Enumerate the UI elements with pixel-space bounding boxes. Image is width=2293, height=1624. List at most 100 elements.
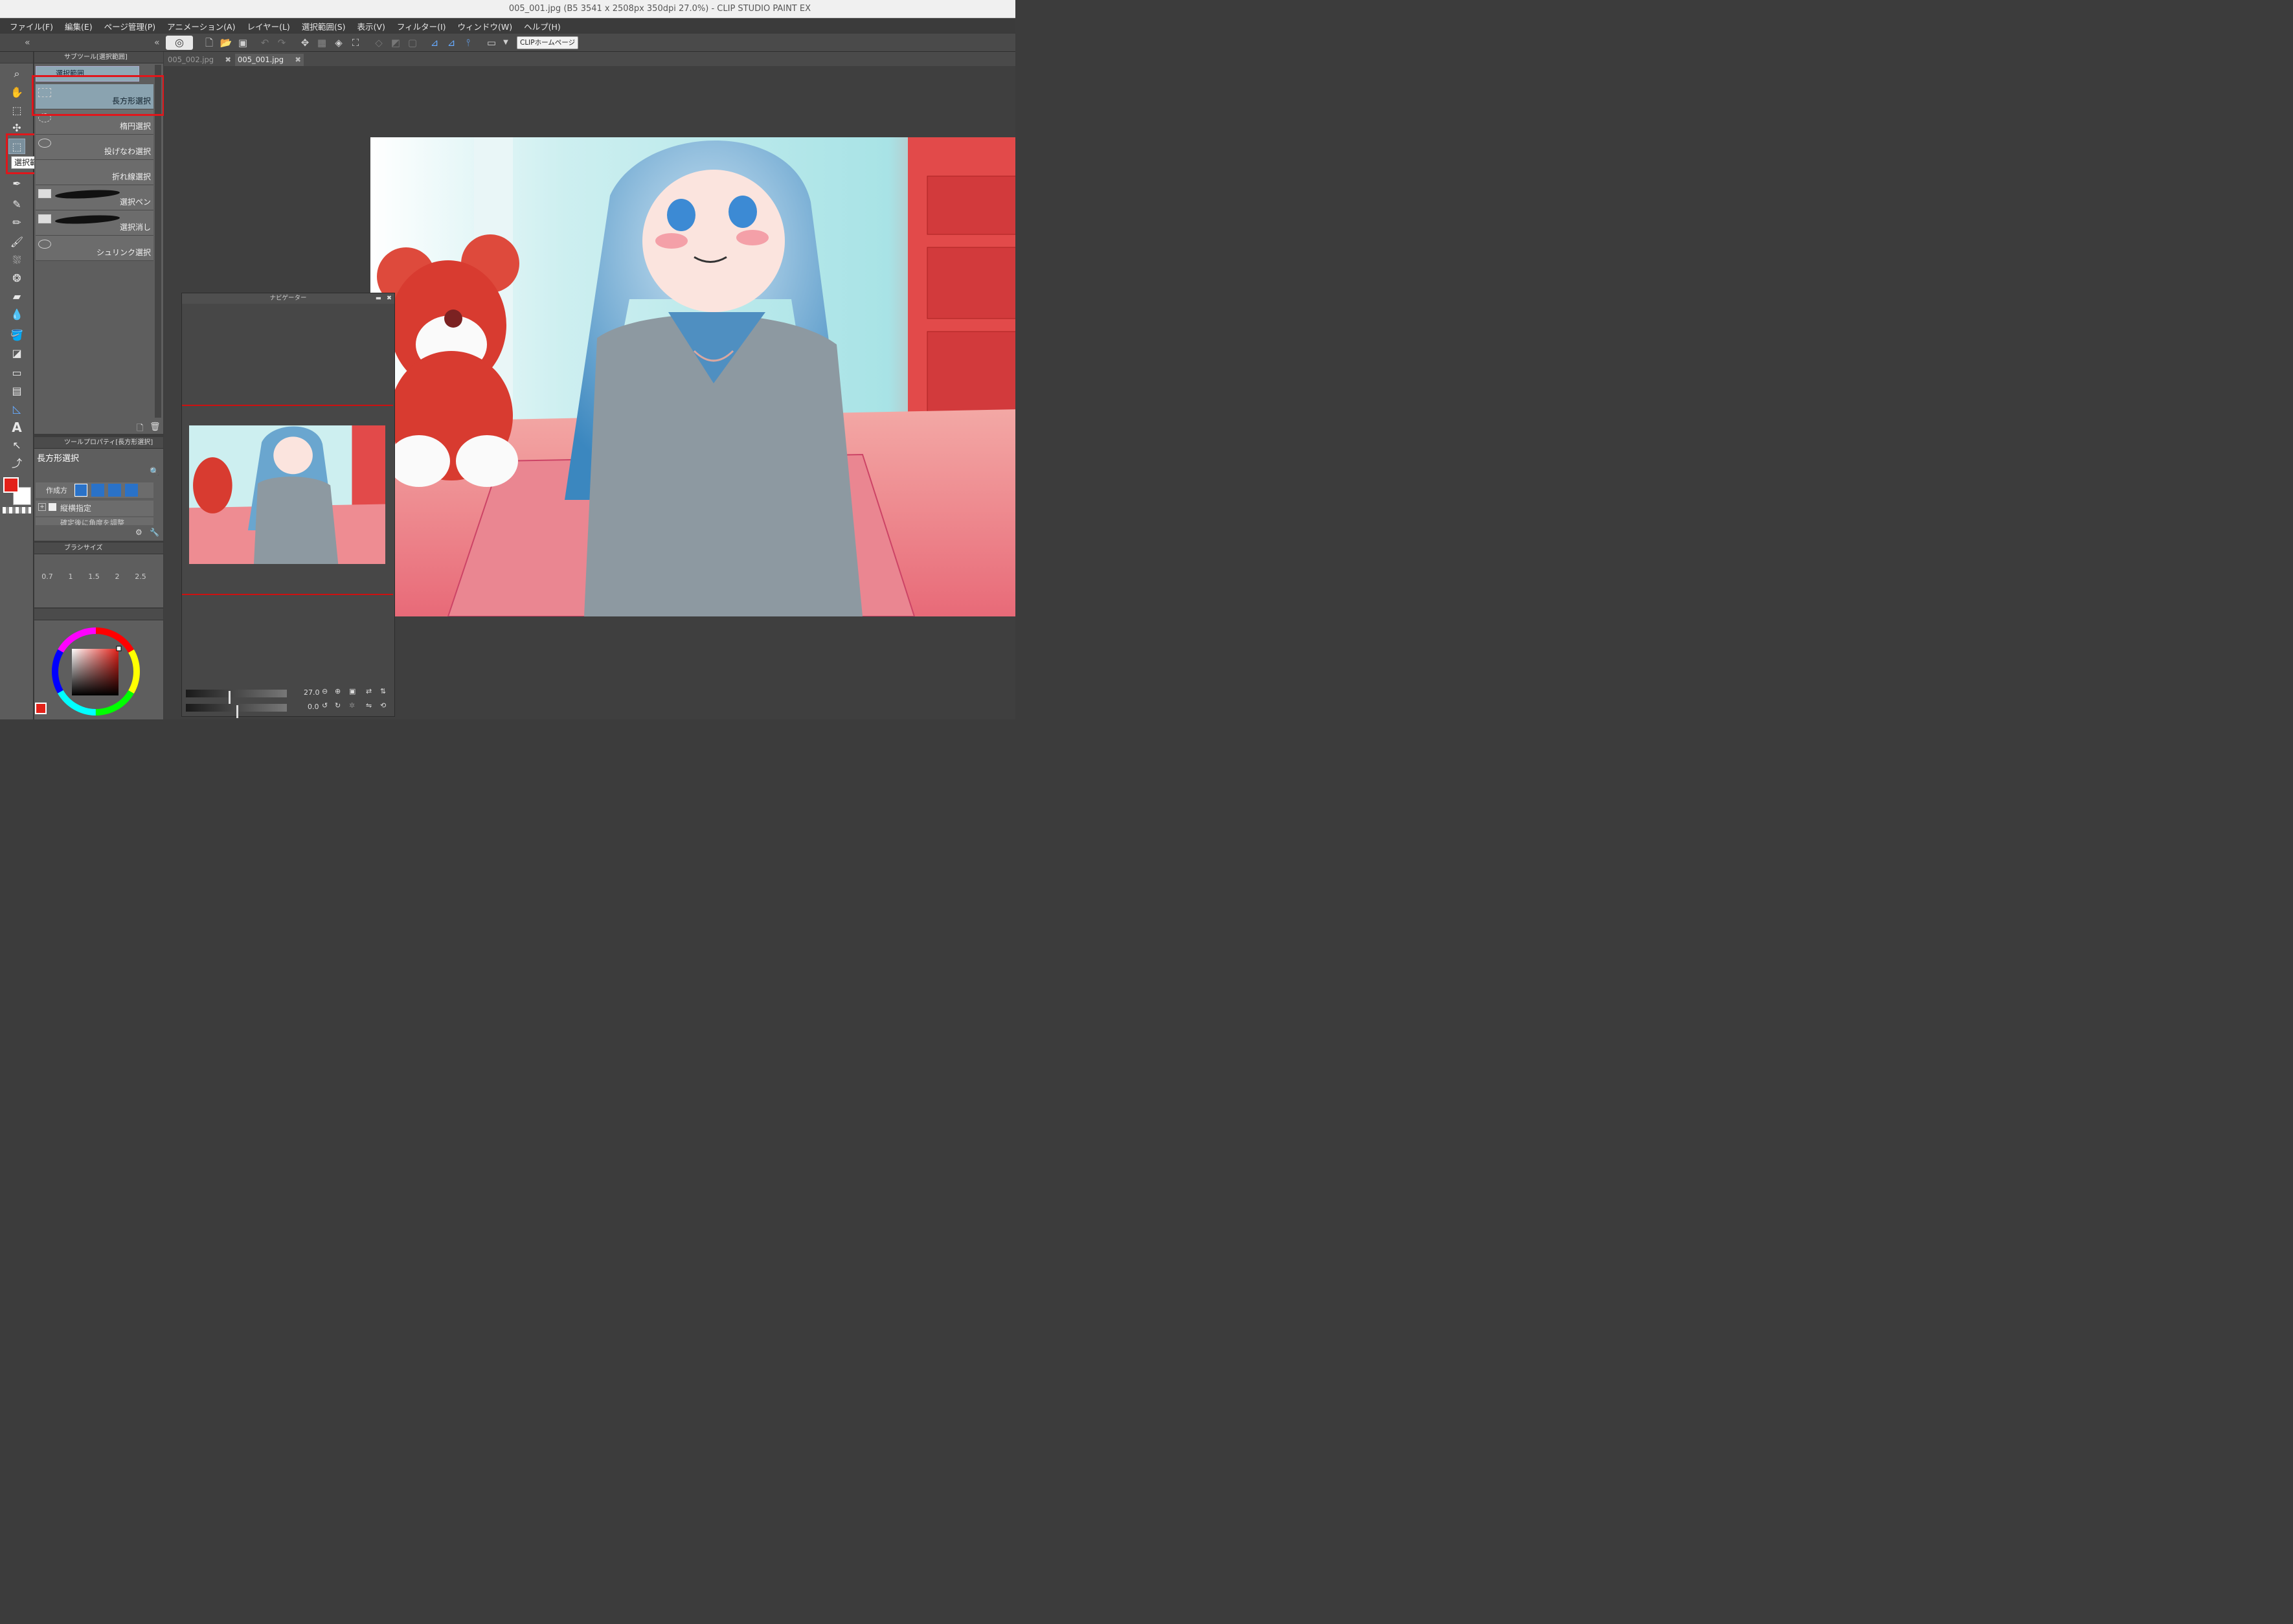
document-tabs: 005_002.jpg ✖ 005_001.jpg ✖	[164, 52, 1015, 66]
airbrush-tool-icon[interactable]: ⛆	[8, 253, 25, 268]
color-wheel[interactable]	[34, 609, 163, 719]
screen-icon[interactable]: ▭	[484, 36, 499, 49]
menu-edit[interactable]: 編集(E)	[59, 20, 98, 32]
brush-size-cell[interactable]: 0.7	[36, 559, 59, 583]
rotate-reset-icon[interactable]: ⟲	[380, 701, 386, 710]
tab-005-001[interactable]: 005_001.jpg ✖	[235, 54, 304, 66]
expand-plus-icon[interactable]: +	[38, 503, 46, 511]
tool-detail-icon[interactable]: 🔍	[150, 467, 159, 476]
add-selection-icon[interactable]	[91, 484, 104, 497]
close-icon[interactable]: ✖	[225, 54, 231, 66]
sub-tool-item-shrink-select[interactable]: シュリンク選択	[36, 236, 153, 261]
clip-home-button[interactable]: CLIPホームページ	[517, 36, 579, 49]
gradient-tool-icon[interactable]: ◪	[8, 346, 25, 361]
blend-tool-icon[interactable]: 💧	[8, 307, 25, 322]
dropdown-chevron-icon[interactable]: ▼	[499, 36, 513, 49]
sub-tool-item-selection-pen[interactable]: 選択ペン	[36, 185, 153, 210]
intersect-selection-icon[interactable]	[125, 484, 138, 497]
subtract-selection-icon[interactable]	[108, 484, 121, 497]
operation-tool-icon[interactable]: ⬚	[8, 103, 25, 118]
main-color-swatch-front[interactable]	[3, 477, 19, 493]
open-file-icon[interactable]: 📂	[219, 36, 233, 49]
text-tool-icon[interactable]: A	[8, 420, 25, 435]
eyedropper-tool-icon[interactable]: ✒	[8, 176, 25, 192]
rotate-right-icon[interactable]: ↻	[335, 701, 341, 710]
redo-icon[interactable]: ↷	[275, 36, 289, 49]
brush-tool-icon[interactable]: 🖌	[8, 234, 25, 250]
deselect-icon[interactable]: ◇	[372, 36, 386, 49]
tool-property-header-label: ツールプロパティ[長方形選択]	[64, 439, 153, 446]
clear-icon[interactable]: ✥	[298, 36, 312, 49]
pencil-tool-icon[interactable]: ✏	[8, 215, 25, 231]
menu-animation[interactable]: アニメーション(A)	[161, 20, 241, 32]
navigator-thumbnail[interactable]	[189, 425, 385, 564]
brush-size-cell[interactable]: 2	[106, 559, 129, 583]
snap-grid-icon[interactable]: ⫯	[461, 36, 475, 49]
aspect-checkbox[interactable]	[49, 503, 56, 511]
menu-view[interactable]: 表示(V)	[352, 20, 391, 32]
zoom-slider[interactable]	[186, 690, 287, 704]
flip-horizontal-icon[interactable]: ⇄	[366, 687, 372, 695]
fill-icon[interactable]: ◈	[332, 36, 346, 49]
sub-tool-scrollbar[interactable]	[155, 65, 161, 418]
balloon-tool-icon[interactable]: ↖	[8, 438, 25, 453]
new-selection-icon[interactable]	[74, 484, 87, 497]
sub-tool-item-lasso-select[interactable]: 投げなわ選択	[36, 135, 153, 160]
menu-window[interactable]: ウィンドウ(W)	[452, 20, 519, 32]
aspect-label: 縦横指定	[60, 504, 92, 513]
menu-filter[interactable]: フィルター(I)	[391, 20, 452, 32]
rotate-slider[interactable]	[186, 704, 287, 718]
menu-layer[interactable]: レイヤー(L)	[241, 20, 295, 32]
zoom-tool-icon[interactable]: ⌕	[8, 66, 25, 82]
collapse-left-icon[interactable]: «	[25, 38, 30, 48]
frame-tool-icon[interactable]: ▤	[8, 383, 25, 399]
transform-icon[interactable]: ⛶	[348, 36, 363, 49]
correct-line-tool-icon[interactable]: ⤴	[8, 456, 25, 471]
decoration-tool-icon[interactable]: ❂	[8, 271, 25, 286]
reset-rotation-icon[interactable]: ✲	[349, 701, 355, 710]
sub-tool-item-selection-eraser[interactable]: 選択消し	[36, 210, 153, 236]
menu-page[interactable]: ページ管理(P)	[98, 20, 162, 32]
brush-size-cell[interactable]: 2.5	[129, 559, 152, 583]
clip-studio-logo-icon[interactable]: ◎	[166, 36, 193, 50]
clear-outside-icon[interactable]: ▦	[315, 36, 329, 49]
new-subtool-icon[interactable]: 🗋	[137, 422, 143, 436]
canvas-artwork[interactable]	[370, 137, 1015, 616]
snap-ruler-icon[interactable]: ⊿	[427, 36, 442, 49]
collapse-panel-icon[interactable]: «	[154, 38, 160, 48]
save-icon[interactable]: ▣	[236, 36, 250, 49]
brush-size-cell[interactable]: 1.5	[82, 559, 106, 583]
sub-tool-item-label: シュリンク選択	[96, 248, 151, 257]
menu-help[interactable]: ヘルプ(H)	[518, 20, 567, 32]
rotate-slider-knob[interactable]	[236, 705, 238, 718]
pen-tool-icon[interactable]: ✎	[8, 197, 25, 212]
show-selection-icon[interactable]: ▢	[405, 36, 420, 49]
close-icon[interactable]: ✖	[387, 293, 392, 304]
ruler-tool-icon[interactable]: ◺	[8, 401, 25, 417]
transparent-color-swatch[interactable]	[3, 507, 31, 513]
close-icon[interactable]: ✖	[295, 54, 301, 66]
snap-special-ruler-icon[interactable]: ⊿	[444, 36, 458, 49]
sub-tool-item-polyline-select[interactable]: 折れ線選択	[36, 160, 153, 185]
figure-tool-icon[interactable]: ▭	[8, 365, 25, 381]
undo-icon[interactable]: ↶	[258, 36, 272, 49]
flip-vertical-icon[interactable]: ⇅	[380, 687, 386, 695]
menu-file[interactable]: ファイル(F)	[4, 20, 59, 32]
delete-subtool-icon[interactable]: 🗑	[150, 422, 161, 432]
tab-005-002[interactable]: 005_002.jpg ✖	[165, 54, 234, 66]
rotate-left-icon[interactable]: ↺	[322, 701, 328, 710]
zoom-out-icon[interactable]: ⊖	[322, 687, 328, 695]
brush-size-cell[interactable]: 1	[59, 559, 82, 583]
zoom-in-icon[interactable]: ⊕	[335, 687, 341, 695]
wrench-icon[interactable]: 🔧	[150, 528, 159, 537]
flip-canvas-icon[interactable]: ⇋	[366, 701, 372, 710]
invert-selection-icon[interactable]: ◩	[389, 36, 403, 49]
eraser-tool-icon[interactable]: ▰	[8, 289, 25, 304]
fill-tool-icon[interactable]: 🪣	[8, 328, 25, 343]
new-file-icon[interactable]: 🗋	[202, 36, 216, 49]
settings-icon[interactable]: ⚙	[135, 528, 142, 537]
minimize-icon[interactable]: ▬	[376, 293, 381, 304]
menu-selection[interactable]: 選択範囲(S)	[296, 20, 352, 32]
hand-tool-icon[interactable]: ✋	[8, 85, 25, 100]
fit-screen-icon[interactable]: ▣	[349, 687, 356, 695]
